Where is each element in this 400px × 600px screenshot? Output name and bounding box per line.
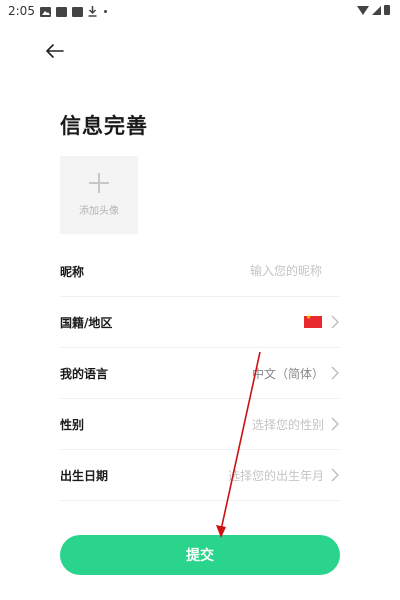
nickname-label: 昵称	[60, 264, 85, 279]
signal-icon	[372, 5, 381, 15]
nickname-input[interactable]	[172, 264, 322, 278]
chevron-right-icon	[331, 468, 339, 482]
dot-icon	[104, 10, 107, 13]
gender-value: 选择您的性别	[251, 417, 324, 432]
nationality-label: 国籍/地区	[60, 315, 113, 330]
submit-button[interactable]: 提交	[60, 535, 340, 575]
back-button[interactable]	[44, 40, 66, 62]
status-system-icons	[357, 5, 390, 15]
nickname-row: 昵称	[60, 246, 340, 297]
battery-icon	[384, 5, 390, 15]
status-bar: 2:05	[0, 0, 400, 24]
wifi-icon	[357, 5, 369, 15]
plus-icon	[89, 173, 109, 193]
chevron-right-icon	[331, 366, 339, 380]
gender-label: 性别	[60, 417, 85, 432]
status-notification-icons	[40, 6, 107, 17]
birthday-value: 选择您的出生年月	[227, 468, 324, 483]
china-flag-icon	[304, 314, 322, 328]
gallery-icon	[40, 6, 51, 17]
language-row[interactable]: 我的语言 中文（简体）	[60, 348, 340, 399]
nationality-row[interactable]: 国籍/地区	[60, 297, 340, 348]
birthday-row[interactable]: 出生日期 选择您的出生年月	[60, 450, 340, 501]
app-icon	[56, 6, 67, 17]
arrow-left-icon	[46, 44, 64, 58]
add-avatar-button[interactable]: 添加头像	[60, 156, 138, 234]
language-label: 我的语言	[60, 366, 109, 381]
profile-form: 昵称 国籍/地区 我的语言 中文（简体） 性别 选择您的性别 出生日期 选择您的…	[60, 246, 340, 501]
page-title: 信息完善	[60, 114, 148, 138]
status-time: 2:05	[8, 4, 35, 18]
gender-row[interactable]: 性别 选择您的性别	[60, 399, 340, 450]
chevron-right-icon	[331, 315, 339, 329]
chevron-right-icon	[331, 417, 339, 431]
app-icon	[72, 6, 83, 17]
birthday-label: 出生日期	[60, 468, 109, 483]
language-value: 中文（简体）	[251, 366, 324, 381]
download-icon	[88, 6, 97, 17]
add-avatar-label: 添加头像	[79, 206, 119, 217]
